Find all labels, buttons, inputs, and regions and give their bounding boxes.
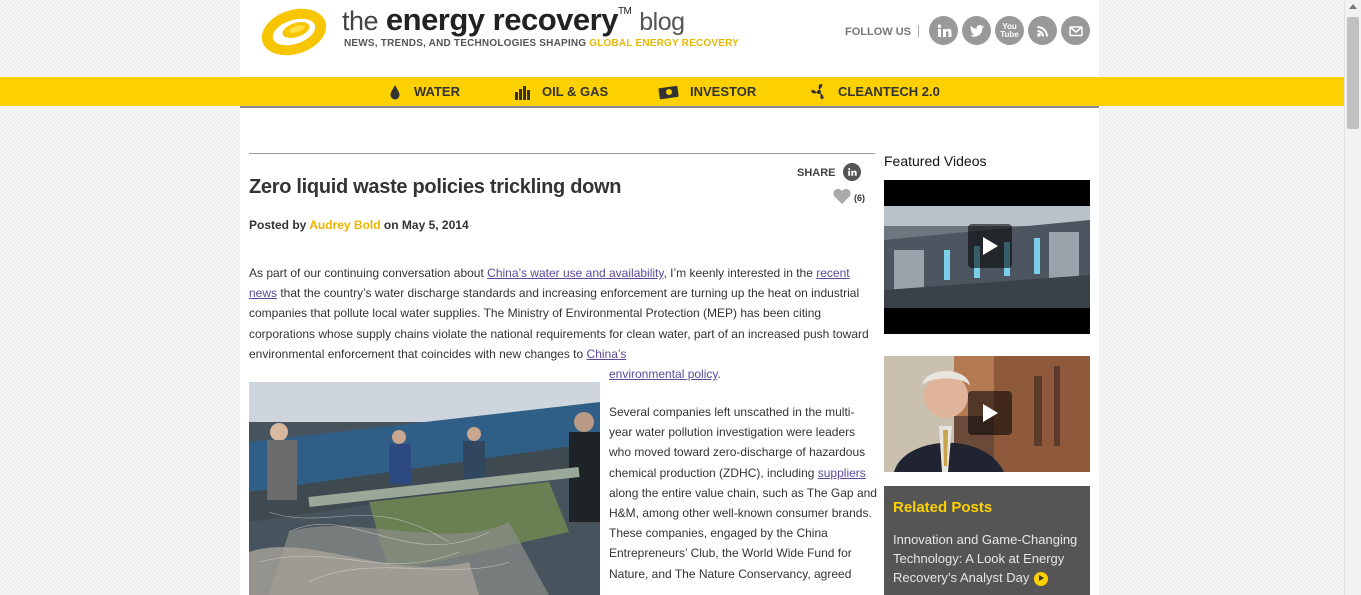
money-icon (658, 83, 680, 101)
twitter-icon[interactable] (962, 16, 991, 45)
fan-icon (810, 83, 828, 101)
p1-text-b: , I’m keenly interested in the (663, 266, 817, 280)
logo-the: the (342, 6, 379, 36)
follow-divider (918, 25, 919, 37)
arrow-right-icon[interactable] (1034, 571, 1049, 586)
post-date: May 5, 2014 (401, 218, 469, 232)
article-paragraph-1: As part of our continuing conversation a… (249, 263, 875, 364)
page-container: the energy recoveryTM blog NEWS, TRENDS,… (0, 0, 1344, 595)
follow-us-label: FOLLOW US (845, 26, 911, 38)
article-top-rule (249, 153, 875, 154)
featured-video-2[interactable] (884, 356, 1090, 472)
nav-item-cleantech[interactable]: CLEANTECH 2.0 (810, 77, 940, 106)
article-paragraph-1-tail: environmental policy. (609, 364, 875, 384)
rss-icon[interactable] (1028, 16, 1057, 45)
p1-end: . (717, 367, 721, 381)
nav-item-oil-gas[interactable]: OIL & GAS (514, 77, 608, 106)
logo-trademark: TM (617, 6, 632, 17)
scroll-up-arrow-icon[interactable] (1349, 4, 1357, 9)
scrollbar-thumb[interactable] (1347, 17, 1359, 129)
article-paragraph-2: Several companies left unscathed in the … (609, 402, 877, 584)
water-drop-icon (386, 83, 404, 101)
byline-mid: on (380, 218, 402, 232)
nav-bottom-rule (240, 106, 1099, 108)
like-count: (6) (854, 193, 865, 203)
byline-prefix: Posted by (249, 218, 310, 232)
link-china-policy-b[interactable]: environmental policy (609, 367, 718, 381)
p2-text-b: along the entire value chain, such as Th… (609, 485, 877, 581)
p1-text-c: that the country’s water discharge stand… (249, 286, 869, 361)
play-icon[interactable] (968, 224, 1012, 268)
email-icon[interactable] (1061, 16, 1090, 45)
featured-video-1[interactable] (884, 180, 1090, 334)
play-icon[interactable] (968, 391, 1012, 435)
nav-item-label: OIL & GAS (542, 84, 609, 99)
nav-item-investor[interactable]: INVESTOR (658, 77, 756, 106)
logo-blog: blog (639, 8, 685, 36)
link-suppliers[interactable]: suppliers (818, 466, 866, 480)
related-posts-heading: Related Posts (893, 499, 993, 516)
link-china-water-use[interactable]: China’s water use and availability (487, 266, 663, 280)
energy-recovery-logo-icon[interactable] (258, 4, 330, 58)
author-link[interactable]: Audrey Bold (309, 218, 380, 232)
related-post-title: Innovation and Game-Changing Technology:… (893, 532, 1078, 585)
share-linkedin-icon[interactable] (843, 163, 861, 181)
heart-icon[interactable] (832, 187, 852, 205)
nav-item-label: CLEANTECH 2.0 (838, 84, 940, 99)
link-china-policy-a[interactable]: China’s (587, 347, 627, 361)
featured-videos-heading: Featured Videos (884, 153, 987, 169)
vertical-scrollbar[interactable] (1344, 0, 1361, 595)
tagline-main: NEWS, TRENDS, AND TECHNOLOGIES SHAPING (344, 38, 590, 49)
article-title: Zero liquid waste policies trickling dow… (249, 176, 622, 198)
p1-text-a: As part of our continuing conversation a… (249, 266, 488, 280)
logo-brand: energy recovery (385, 2, 619, 37)
site-logo-text[interactable]: the energy recoveryTM blog (342, 2, 685, 38)
youtube-icon[interactable]: You Tube (995, 16, 1024, 45)
related-posts-box: Related Posts Innovation and Game-Changi… (884, 486, 1090, 595)
share-label: SHARE (797, 167, 836, 179)
nav-item-water[interactable]: WATER (386, 77, 460, 106)
byline: Posted by Audrey Bold on May 5, 2014 (249, 218, 469, 232)
related-post-link[interactable]: Innovation and Game-Changing Technology:… (893, 530, 1085, 587)
article-photo (249, 382, 600, 595)
nav-item-label: INVESTOR (690, 84, 757, 99)
nav-item-label: WATER (414, 84, 460, 99)
site-tagline: NEWS, TRENDS, AND TECHNOLOGIES SHAPING G… (344, 38, 739, 49)
linkedin-icon[interactable] (929, 16, 958, 45)
tagline-highlight: GLOBAL ENERGY RECOVERY (589, 38, 740, 49)
oil-rig-icon (514, 83, 532, 101)
youtube-tube: Tube (1000, 29, 1019, 39)
